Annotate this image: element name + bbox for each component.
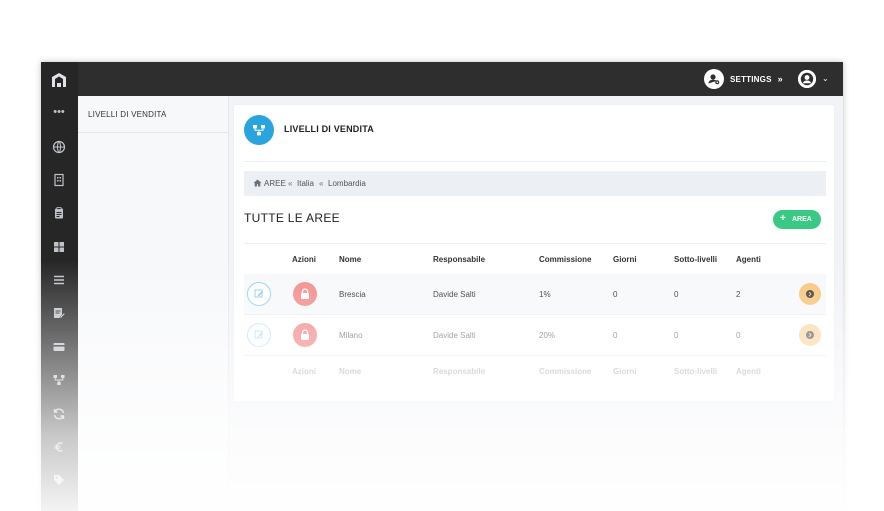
cell-sotto-livelli: 0 <box>674 331 679 340</box>
edit-doc-icon[interactable] <box>52 306 66 320</box>
double-chevron-right-icon: » <box>777 74 783 84</box>
top-bar: SETTINGS » ⌄ <box>41 62 843 96</box>
cell-responsabile: Davide Salti <box>433 331 476 340</box>
add-area-button[interactable]: + AREA <box>773 210 821 229</box>
cell-agenti: 2 <box>736 290 741 299</box>
tag-icon[interactable] <box>52 473 66 487</box>
table-footer: Azioni Nome Responsabile Commissione Gio… <box>244 356 826 386</box>
cell-nome: Milano <box>339 331 363 340</box>
home-icon <box>253 179 262 189</box>
clipboard-icon[interactable] <box>52 206 66 220</box>
cell-giorni: 0 <box>613 290 618 299</box>
foot-azioni: Azioni <box>292 367 316 376</box>
menu-divider <box>78 132 228 133</box>
section-title: TUTTE LE AREE <box>244 211 340 225</box>
main-card: LIVELLI DI VENDITA AREE « Italia « Lomba… <box>234 105 834 401</box>
lock-button[interactable] <box>293 282 317 306</box>
more-dots-icon[interactable]: ••• <box>52 107 66 118</box>
cell-responsabile: Davide Salti <box>433 290 476 299</box>
menu-item-livelli-di-vendita[interactable]: LIVELLI DI VENDITA <box>88 110 167 119</box>
secondary-menu: LIVELLI DI VENDITA <box>78 96 229 511</box>
col-commissione: Commissione <box>539 255 592 264</box>
open-arrow-button[interactable] <box>799 283 821 305</box>
foot-commissione: Commissione <box>539 367 592 376</box>
add-area-label: AREA <box>792 216 812 223</box>
euro-icon[interactable] <box>52 440 66 454</box>
refresh-icon[interactable] <box>52 407 66 421</box>
foot-nome: Nome <box>339 367 362 376</box>
breadcrumb-lombardia[interactable]: Lombardia <box>328 179 366 188</box>
cell-commissione: 1% <box>539 290 551 299</box>
foot-responsabile: Responsabile <box>433 367 486 376</box>
settings-label: SETTINGS <box>730 74 772 84</box>
col-agenti: Agenti <box>736 255 761 264</box>
hierarchy-icon <box>244 115 274 145</box>
table-row[interactable]: Brescia Davide Salti 1% 0 0 2 <box>244 274 826 315</box>
foot-sotto-livelli: Sotto-livelli <box>674 367 718 376</box>
double-chevron-left-icon: « <box>319 179 324 188</box>
hierarchy-icon[interactable] <box>52 373 66 387</box>
double-chevron-left-icon: « <box>288 179 293 188</box>
list-icon[interactable] <box>52 273 66 287</box>
cell-commissione: 20% <box>539 331 556 340</box>
globe-icon[interactable] <box>52 140 66 154</box>
table-header: Azioni Nome Responsabile Commissione Gio… <box>244 243 826 275</box>
app-logo[interactable] <box>50 71 68 89</box>
foot-giorni: Giorni <box>613 367 637 376</box>
settings-button[interactable]: SETTINGS » <box>704 69 783 89</box>
edit-button[interactable] <box>247 323 271 347</box>
cell-sotto-livelli: 0 <box>674 290 679 299</box>
user-avatar[interactable] <box>798 70 816 88</box>
user-gear-icon <box>704 69 724 89</box>
foot-agenti: Agenti <box>736 367 761 376</box>
page-title: LIVELLI DI VENDITA <box>284 124 374 134</box>
cell-giorni: 0 <box>613 331 618 340</box>
lock-button[interactable] <box>293 323 317 347</box>
edit-button[interactable] <box>247 282 271 306</box>
breadcrumb-italia[interactable]: Italia <box>297 179 314 188</box>
open-arrow-button[interactable] <box>799 324 821 346</box>
col-azioni: Azioni <box>292 255 316 264</box>
col-giorni: Giorni <box>613 255 637 264</box>
plus-icon: + <box>780 213 786 224</box>
col-responsabile: Responsabile <box>433 255 486 264</box>
cell-agenti: 0 <box>736 331 741 340</box>
app-window: SETTINGS » ⌄ ••• LIVELLI DI VENDITA LIVE… <box>41 62 843 511</box>
header-divider <box>244 161 826 162</box>
chevron-down-icon[interactable]: ⌄ <box>822 74 829 83</box>
col-nome: Nome <box>339 255 362 264</box>
col-sotto-livelli: Sotto-livelli <box>674 255 718 264</box>
cell-nome: Brescia <box>339 290 366 299</box>
building-icon[interactable] <box>52 173 66 187</box>
table-row[interactable]: Milano Davide Salti 20% 0 0 0 <box>244 315 826 356</box>
icon-rail: ••• <box>41 62 78 511</box>
breadcrumb: AREE « Italia « Lombardia <box>244 171 826 196</box>
card-icon[interactable] <box>52 340 66 354</box>
breadcrumb-aree[interactable]: AREE <box>264 179 286 188</box>
grid-icon[interactable] <box>52 240 66 254</box>
